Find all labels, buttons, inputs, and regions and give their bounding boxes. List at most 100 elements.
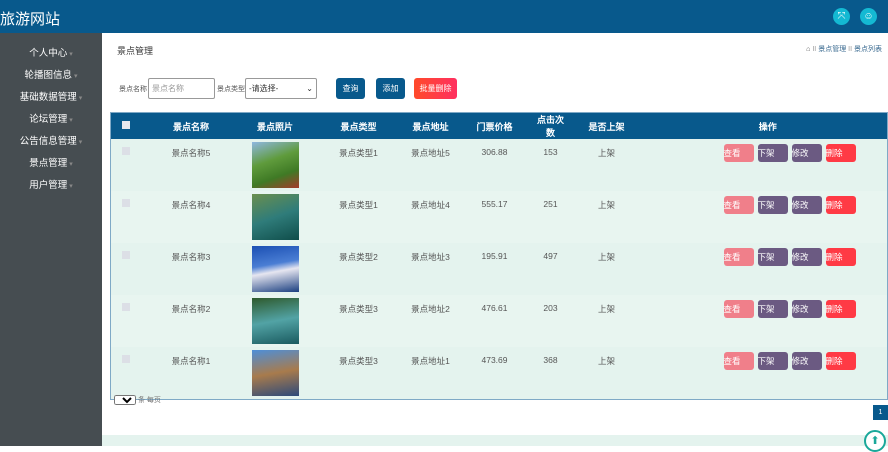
edit-button[interactable]: 修改 <box>791 352 822 370</box>
footer <box>102 435 888 446</box>
main-content: 景点管理 ⌂ II 景点管理 II 景点列表 景点名称 景点名称 景点类型 -请… <box>102 33 888 452</box>
sidebar-item[interactable]: 用户管理 ▾ <box>0 175 102 197</box>
table-row: 景点名称3 景点类型2 景点地址3 195.91 497 上架 查看 下架 修改 删除 <box>110 243 888 295</box>
batch-delete-button[interactable]: 批量删除 <box>414 78 457 99</box>
sidebar: 个人中心 ▾ 轮播图信息 ▾ 基础数据管理 ▾ 论坛管理 ▾ 公告信息管理 ▾ 景点管理 ▾ 用户管理 ▾ <box>0 33 102 446</box>
page-size-select[interactable]: 10 <box>114 395 136 405</box>
attraction-photo[interactable] <box>251 246 299 292</box>
table-row: 景点名称5 景点类型1 景点地址5 306.88 153 上架 查看 下架 修改 删除 <box>110 139 888 191</box>
col-header[interactable]: 景点类型 <box>308 112 409 139</box>
col-header[interactable]: 景点地址 <box>408 112 453 139</box>
shelf-status: 上架 <box>597 304 615 314</box>
ticket-price: 476.61 <box>481 303 508 313</box>
view-button[interactable]: 查看 <box>723 196 754 214</box>
sidebar-item[interactable]: 景点管理 ▾ <box>0 153 102 175</box>
caret-down-icon: ▾ <box>69 117 73 124</box>
attraction-photo[interactable] <box>251 142 299 188</box>
unlist-button[interactable]: 下架 <box>757 144 788 162</box>
edit-button[interactable]: 修改 <box>791 300 822 318</box>
row-checkbox[interactable] <box>121 303 130 311</box>
breadcrumb-item[interactable]: 景点列表 <box>854 46 882 53</box>
attraction-address: 景点地址3 <box>411 252 450 262</box>
click-count: 153 <box>543 147 558 157</box>
attraction-photo[interactable] <box>251 298 299 344</box>
type-select[interactable]: -请选择- ⌄ <box>245 78 317 99</box>
attraction-address: 景点地址1 <box>411 356 450 366</box>
col-header[interactable]: 点击次数 <box>536 112 565 139</box>
attraction-address: 景点地址4 <box>411 200 450 210</box>
unlist-button[interactable]: 下架 <box>757 196 788 214</box>
attraction-photo[interactable] <box>251 194 299 240</box>
attraction-address: 景点地址2 <box>411 304 450 314</box>
name-search-input[interactable]: 景点名称 <box>148 78 215 99</box>
click-count: 203 <box>543 303 558 313</box>
click-count: 368 <box>543 355 558 365</box>
row-checkbox[interactable] <box>121 355 130 363</box>
col-header[interactable]: 景点名称 <box>140 112 242 139</box>
attraction-type: 景点类型3 <box>339 304 378 314</box>
col-header[interactable]: 门票价格 <box>452 112 537 139</box>
shelf-status: 上架 <box>597 252 615 262</box>
col-header: 景点照片 <box>241 112 309 139</box>
sidebar-item[interactable]: 公告信息管理 ▾ <box>0 131 102 153</box>
attraction-name: 景点名称1 <box>171 356 211 366</box>
view-button[interactable]: 查看 <box>723 352 754 370</box>
edit-button[interactable]: 修改 <box>791 196 822 214</box>
col-header[interactable]: 是否上架 <box>564 112 649 139</box>
page-title: 景点管理 <box>117 46 154 56</box>
breadcrumb-item[interactable]: 景点管理 <box>818 46 846 53</box>
table-row: 景点名称1 景点类型3 景点地址1 473.69 368 上架 查看 下架 修改 删除 <box>110 347 888 399</box>
query-button[interactable]: 查询 <box>336 78 365 99</box>
view-button[interactable]: 查看 <box>723 248 754 266</box>
delete-button[interactable]: 删除 <box>825 144 856 162</box>
attraction-type: 景点类型1 <box>339 200 378 210</box>
unlist-button[interactable]: 下架 <box>757 300 788 318</box>
row-checkbox[interactable] <box>121 147 130 155</box>
sidebar-item[interactable]: 个人中心 ▾ <box>0 43 102 65</box>
row-checkbox[interactable] <box>121 199 130 207</box>
sidebar-item[interactable]: 轮播图信息 ▾ <box>0 65 102 87</box>
back-to-top-icon[interactable]: ⬆ <box>864 430 886 452</box>
app-title: 旅游网站 <box>0 11 61 28</box>
page-button-1[interactable]: 1 <box>873 405 888 420</box>
shelf-status: 上架 <box>597 148 615 158</box>
caret-down-icon: ▾ <box>74 73 78 80</box>
delete-button[interactable]: 删除 <box>825 300 856 318</box>
caret-down-icon: ▾ <box>78 139 83 146</box>
user-icon[interactable]: ☺ <box>860 8 877 25</box>
click-count: 497 <box>543 251 558 261</box>
add-button[interactable]: 添加 <box>376 78 405 99</box>
chevron-down-icon: ⌄ <box>306 84 313 93</box>
caret-down-icon: ▾ <box>69 51 73 58</box>
sidebar-item[interactable]: 基础数据管理 ▾ <box>0 87 102 109</box>
sidebar-item[interactable]: 论坛管理 ▾ <box>0 109 102 131</box>
delete-button[interactable]: 删除 <box>825 248 856 266</box>
view-button[interactable]: 查看 <box>723 144 754 162</box>
delete-button[interactable]: 删除 <box>825 196 856 214</box>
attraction-name: 景点名称3 <box>171 252 211 262</box>
fullscreen-icon[interactable]: ⤧ <box>833 8 850 25</box>
unlist-button[interactable]: 下架 <box>757 352 788 370</box>
attraction-name: 景点名称4 <box>171 200 211 210</box>
row-checkbox[interactable] <box>121 251 130 259</box>
ticket-price: 306.88 <box>481 147 508 157</box>
table-row: 景点名称4 景点类型1 景点地址4 555.17 251 上架 查看 下架 修改 删除 <box>110 191 888 243</box>
caret-down-icon: ▾ <box>69 161 73 168</box>
unlist-button[interactable]: 下架 <box>757 248 788 266</box>
edit-button[interactable]: 修改 <box>791 144 822 162</box>
attraction-photo[interactable] <box>251 350 299 396</box>
top-bar: 旅游网站 ⤧ ☺ <box>0 0 888 33</box>
shelf-status: 上架 <box>597 356 615 366</box>
type-label: 景点类型 <box>217 86 245 93</box>
attraction-address: 景点地址5 <box>411 148 450 158</box>
edit-button[interactable]: 修改 <box>791 248 822 266</box>
attraction-type: 景点类型1 <box>339 148 378 158</box>
caret-down-icon: ▾ <box>78 95 83 102</box>
home-icon[interactable]: ⌂ <box>806 46 810 53</box>
delete-button[interactable]: 删除 <box>825 352 856 370</box>
name-label: 景点名称 <box>119 86 147 93</box>
select-all-checkbox[interactable] <box>121 121 130 129</box>
ticket-price: 473.69 <box>481 355 508 365</box>
view-button[interactable]: 查看 <box>723 300 754 318</box>
attraction-name: 景点名称5 <box>171 148 211 158</box>
